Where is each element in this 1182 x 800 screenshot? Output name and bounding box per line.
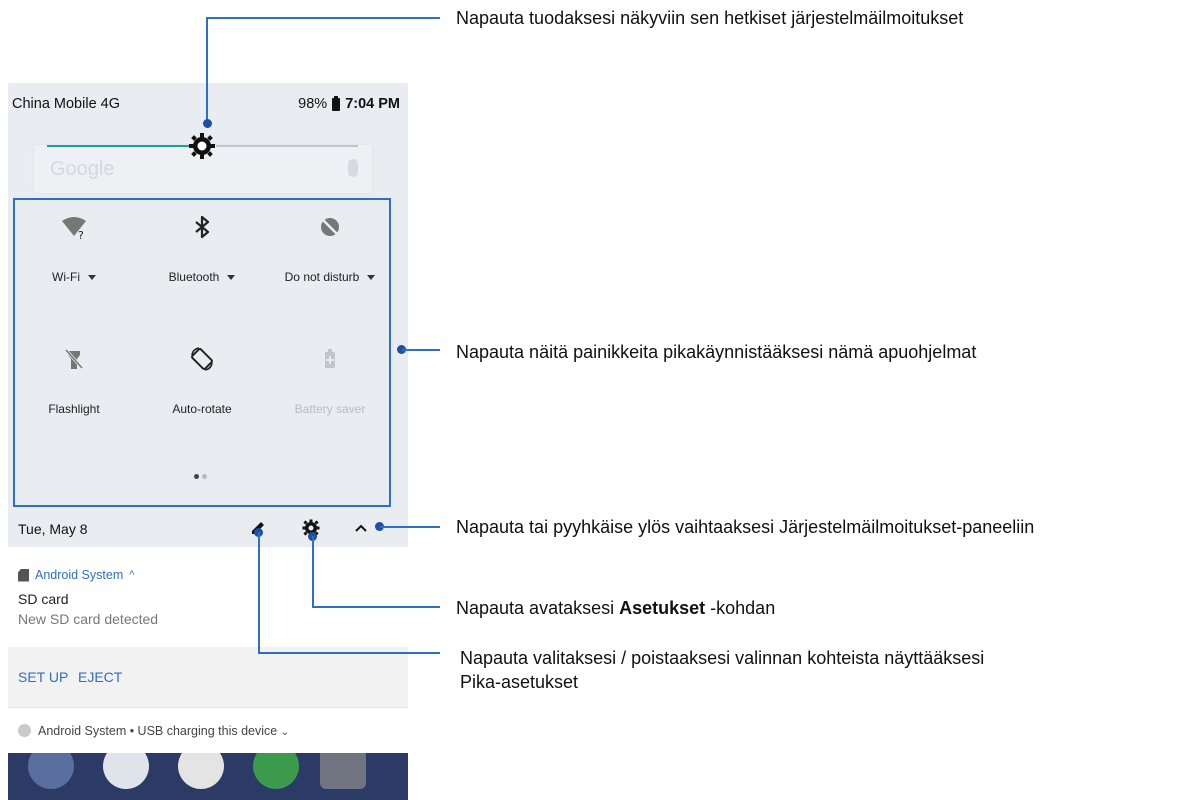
carrier-label: China Mobile 4G — [12, 96, 120, 112]
set-up-button[interactable]: SET UP — [18, 669, 68, 685]
mic-icon — [348, 159, 358, 177]
chevron-down-icon[interactable] — [227, 275, 236, 281]
tile-auto-rotate[interactable]: Auto-rotate — [139, 338, 265, 438]
app-icon — [178, 753, 224, 789]
tile-dnd-label: Do not disturb — [284, 270, 360, 284]
tile-bluetooth[interactable]: Bluetooth — [139, 206, 265, 306]
wifi-unknown-icon: ? — [62, 217, 86, 240]
annotation-edit-line1: Napauta valitaksesi / poistaaksesi valin… — [460, 648, 985, 668]
app-icon — [103, 753, 149, 789]
tile-wifi-label: Wi-Fi — [52, 270, 80, 284]
battery-percent: 98% — [298, 96, 328, 112]
notification-actions: SET UP EJECT — [8, 647, 408, 707]
do-not-disturb-icon — [321, 218, 339, 236]
brightness-track-empty[interactable] — [216, 145, 358, 147]
chevron-up-icon[interactable]: ^ — [129, 569, 134, 581]
android-system-icon — [18, 724, 31, 737]
notification-app-header: Android System ^ — [18, 568, 134, 582]
tile-wifi[interactable]: ? Wi-Fi — [11, 206, 137, 306]
phone-screen: China Mobile 4G 98% 7:04 PM Google ? Wi-… — [8, 83, 408, 800]
chevron-down-icon[interactable] — [87, 275, 96, 281]
callout-line — [258, 652, 440, 654]
notification-title: SD card — [18, 591, 69, 607]
app-icon — [28, 753, 74, 789]
callout-line — [380, 526, 440, 528]
chevron-down-icon[interactable]: ⌄ — [281, 727, 289, 738]
battery-saver-icon — [325, 349, 335, 368]
tile-bluetooth-label: Bluetooth — [168, 270, 220, 284]
annotation-settings: Napauta avataksesi Asetukset -kohdan — [456, 596, 775, 620]
search-placeholder: Google — [50, 158, 115, 180]
page-indicator — [192, 464, 208, 483]
callout-line — [258, 532, 260, 654]
tile-battery-saver[interactable]: Battery saver — [267, 338, 393, 438]
annotation-brightness: Napauta tuodaksesi näkyviin sen hetkiset… — [456, 8, 964, 28]
camera-icon — [320, 753, 366, 789]
status-right: 98% 7:04 PM — [298, 95, 400, 112]
clock: 7:04 PM — [345, 96, 400, 112]
brightness-track-filled[interactable] — [47, 145, 201, 147]
date-label: Tue, May 8 — [18, 521, 88, 537]
callout-line — [206, 17, 208, 123]
battery-icon — [332, 95, 341, 111]
annotation-settings-suffix: -kohdan — [705, 598, 776, 618]
annotation-settings-bold: Asetukset — [619, 598, 706, 618]
annotation-settings-prefix: Napauta avataksesi — [456, 598, 620, 618]
tile-auto-rotate-label: Auto-rotate — [172, 402, 232, 416]
chevron-down-icon[interactable] — [367, 275, 376, 281]
svg-text:?: ? — [78, 229, 84, 240]
brightness-icon[interactable] — [189, 133, 215, 159]
callout-line — [402, 349, 440, 351]
callout-line — [312, 606, 440, 608]
bluetooth-icon — [195, 215, 210, 239]
usb-notification-text: Android System • USB charging this devic… — [38, 724, 278, 738]
home-screen-peek — [8, 753, 408, 800]
chevron-up-icon[interactable] — [352, 519, 370, 537]
notification-app-name: Android System — [35, 568, 124, 582]
callout-dot — [203, 119, 212, 128]
date-bar: Tue, May 8 — [8, 511, 408, 547]
page-dot — [201, 474, 207, 479]
annotation-edit: Napauta valitaksesi / poistaaksesi valin… — [460, 646, 984, 694]
callout-line — [206, 17, 440, 19]
sd-card-notification[interactable]: Android System ^ SD card New SD card det… — [8, 547, 408, 647]
flashlight-off-icon — [64, 349, 84, 369]
annotation-tiles: Napauta näitä painikkeita pikakäynnistää… — [456, 342, 977, 362]
sd-card-icon — [18, 568, 29, 582]
eject-button[interactable]: EJECT — [78, 669, 122, 685]
chrome-icon — [253, 753, 299, 789]
annotation-edit-line2: Pika-asetukset — [460, 672, 579, 692]
auto-rotate-icon — [191, 347, 213, 371]
tile-do-not-disturb[interactable]: Do not disturb — [267, 206, 393, 306]
usb-notification[interactable]: Android System • USB charging this devic… — [8, 707, 408, 754]
tile-flashlight-label: Flashlight — [48, 402, 100, 416]
notification-text: New SD card detected — [18, 611, 159, 627]
tile-battery-saver-label: Battery saver — [294, 402, 366, 416]
callout-line — [312, 536, 314, 608]
page-dot-active — [193, 474, 199, 479]
annotation-collapse: Napauta tai pyyhkäise ylös vaihtaaksesi … — [456, 517, 1035, 537]
tile-flashlight[interactable]: Flashlight — [11, 338, 137, 438]
